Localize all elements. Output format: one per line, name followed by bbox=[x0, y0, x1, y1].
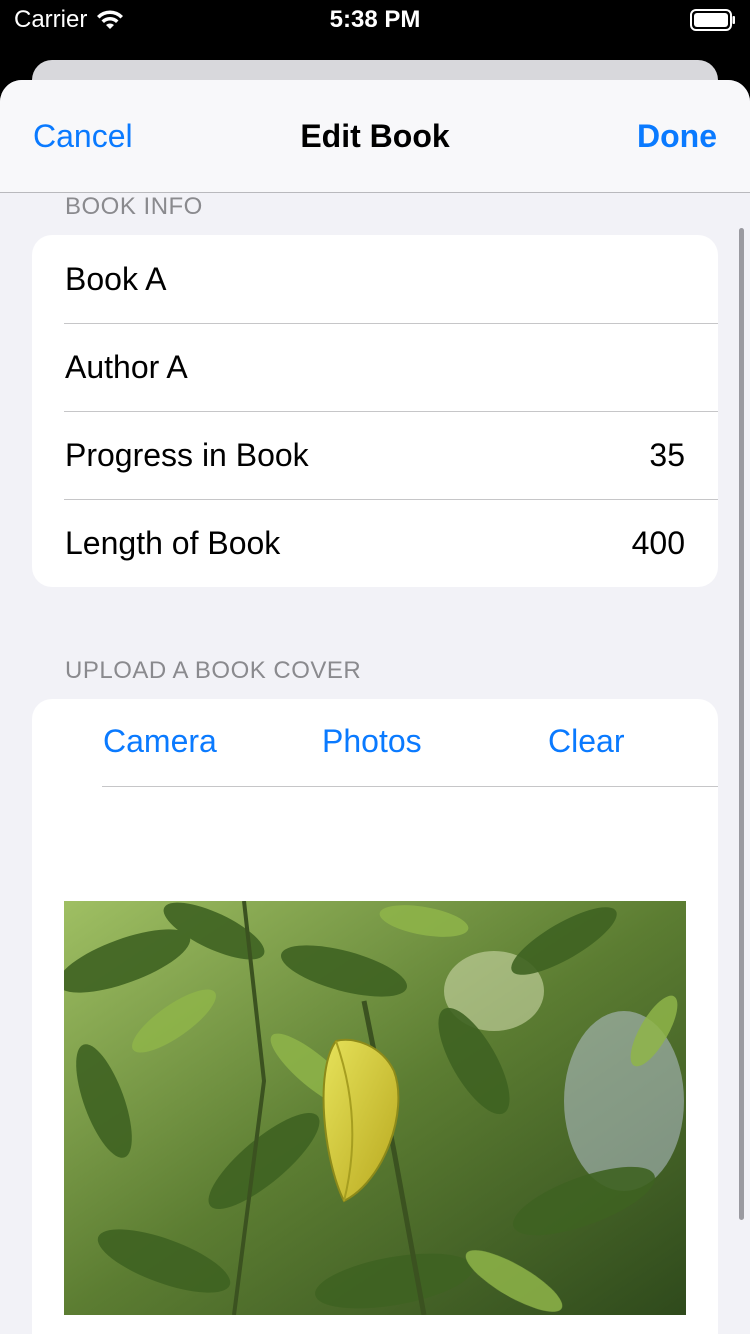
title-field[interactable]: Book A bbox=[32, 235, 718, 323]
done-button[interactable]: Done bbox=[637, 118, 717, 155]
cancel-button[interactable]: Cancel bbox=[33, 118, 133, 155]
camera-button[interactable]: Camera bbox=[103, 723, 217, 760]
photos-button[interactable]: Photos bbox=[322, 723, 422, 760]
edit-book-sheet: Cancel Edit Book Done BOOK INFO Book A A… bbox=[0, 80, 750, 1334]
length-label: Length of Book bbox=[65, 524, 281, 561]
author-value: Author A bbox=[65, 348, 188, 385]
scroll-indicator[interactable] bbox=[739, 228, 744, 1220]
progress-label: Progress in Book bbox=[65, 436, 309, 473]
progress-row[interactable]: Progress in Book 35 bbox=[32, 411, 718, 499]
title-value: Book A bbox=[65, 260, 167, 297]
progress-value[interactable]: 35 bbox=[649, 437, 685, 474]
length-value[interactable]: 400 bbox=[632, 525, 685, 562]
author-field[interactable]: Author A bbox=[32, 323, 718, 411]
battery-icon bbox=[690, 9, 735, 31]
section-header-upload-cover: UPLOAD A BOOK COVER bbox=[65, 657, 362, 684]
screen: Carrier 5:38 PM Cancel Edit Book Done BO… bbox=[0, 0, 750, 1334]
navigation-bar: Cancel Edit Book Done bbox=[0, 80, 750, 193]
status-bar: Carrier 5:38 PM bbox=[0, 0, 750, 40]
cover-button-row: Camera Photos Clear bbox=[32, 699, 718, 787]
clock: 5:38 PM bbox=[329, 6, 421, 33]
length-row[interactable]: Length of Book 400 bbox=[32, 499, 718, 587]
book-info-group: Book A Author A Progress in Book 35 Leng… bbox=[32, 235, 718, 587]
clear-button[interactable]: Clear bbox=[548, 723, 624, 760]
book-cover-image bbox=[64, 901, 686, 1315]
cover-group: Camera Photos Clear bbox=[32, 699, 718, 1334]
section-header-book-info: BOOK INFO bbox=[65, 193, 203, 220]
